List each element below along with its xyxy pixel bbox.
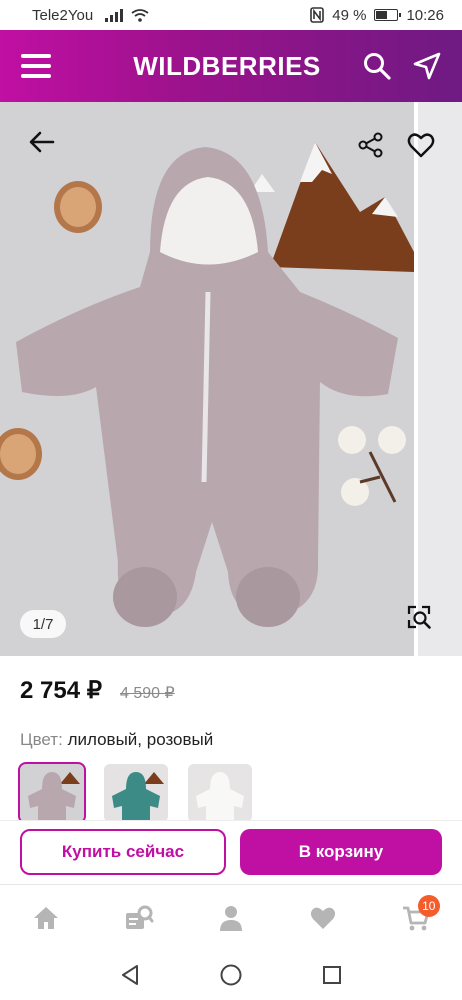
share-icon — [358, 132, 383, 158]
wifi-icon — [131, 8, 149, 22]
image-search-icon — [407, 605, 431, 629]
photo-counter: 1/7 — [20, 610, 66, 638]
location-arrow-icon — [413, 52, 441, 80]
swatch-image-white — [188, 764, 252, 822]
cart-badge: 10 — [417, 894, 440, 917]
catalog-search-icon — [125, 905, 154, 929]
menu-button[interactable] — [0, 30, 72, 102]
system-home-button[interactable] — [211, 955, 251, 995]
swatch-white[interactable] — [188, 764, 252, 822]
color-row: Цвет: лиловый, розовый — [20, 730, 213, 750]
nav-catalog[interactable] — [109, 893, 169, 943]
favorite-button[interactable] — [403, 128, 439, 162]
brand-logo[interactable]: WILDBERRIES — [72, 51, 352, 82]
share-button[interactable] — [354, 128, 388, 162]
clock: 10:26 — [406, 6, 444, 24]
search-icon — [364, 53, 391, 80]
battery-icon — [374, 9, 402, 21]
current-price: 2 754 ₽ — [20, 677, 102, 704]
nfc-icon — [310, 7, 325, 23]
signal-icon — [105, 8, 124, 22]
swatch-image-lilac — [20, 764, 84, 822]
favorites-icon — [311, 907, 336, 929]
profile-icon — [219, 905, 242, 931]
color-swatches — [18, 762, 252, 824]
swatch-image-teal — [104, 764, 168, 822]
back-arrow-icon — [29, 131, 55, 153]
add-to-cart-button[interactable]: В корзину — [240, 829, 442, 875]
carrier-name: Tele2You — [32, 6, 94, 24]
menu-icon — [21, 54, 51, 58]
buy-now-button[interactable]: Купить сейчас — [20, 829, 226, 875]
triangle-back-icon — [122, 965, 139, 985]
battery-percent: 49 % — [332, 6, 367, 24]
action-bar: Купить сейчас В корзину — [0, 820, 462, 884]
home-icon — [34, 906, 59, 929]
location-button[interactable] — [402, 30, 452, 102]
system-recents-button[interactable] — [312, 955, 352, 995]
circle-home-icon — [220, 964, 242, 986]
status-bar: Tele2You 49 % 10:26 — [0, 0, 462, 30]
search-button[interactable] — [352, 30, 402, 102]
color-label: Цвет: — [20, 730, 63, 749]
system-back-button[interactable] — [110, 955, 150, 995]
product-gallery[interactable]: 1/7 — [0, 102, 462, 656]
product-screen: Tele2You 49 % 10:26 WILDBERRIES 1/7 2 75… — [0, 0, 462, 1000]
app-header: WILDBERRIES — [0, 30, 462, 102]
image-search-button[interactable] — [404, 602, 434, 632]
back-button[interactable] — [24, 124, 60, 160]
swatch-teal[interactable] — [104, 764, 168, 822]
price-row: 2 754 ₽ 4 590 ₽ — [20, 676, 175, 705]
bottom-navigation: 10 — [0, 884, 462, 950]
heart-icon — [407, 133, 435, 158]
nav-home[interactable] — [16, 893, 76, 943]
product-photo[interactable] — [0, 102, 414, 656]
nav-favorites[interactable] — [293, 893, 353, 943]
nav-cart[interactable]: 10 — [386, 893, 446, 943]
nav-profile[interactable] — [201, 893, 261, 943]
system-navigation — [0, 950, 462, 1000]
square-recents-icon — [322, 966, 341, 984]
old-price: 4 590 ₽ — [120, 685, 175, 702]
swatch-lilac[interactable] — [18, 762, 86, 824]
color-value: лиловый, розовый — [67, 730, 214, 749]
snowsuit-image — [0, 102, 414, 656]
next-photo-preview[interactable] — [418, 102, 462, 656]
